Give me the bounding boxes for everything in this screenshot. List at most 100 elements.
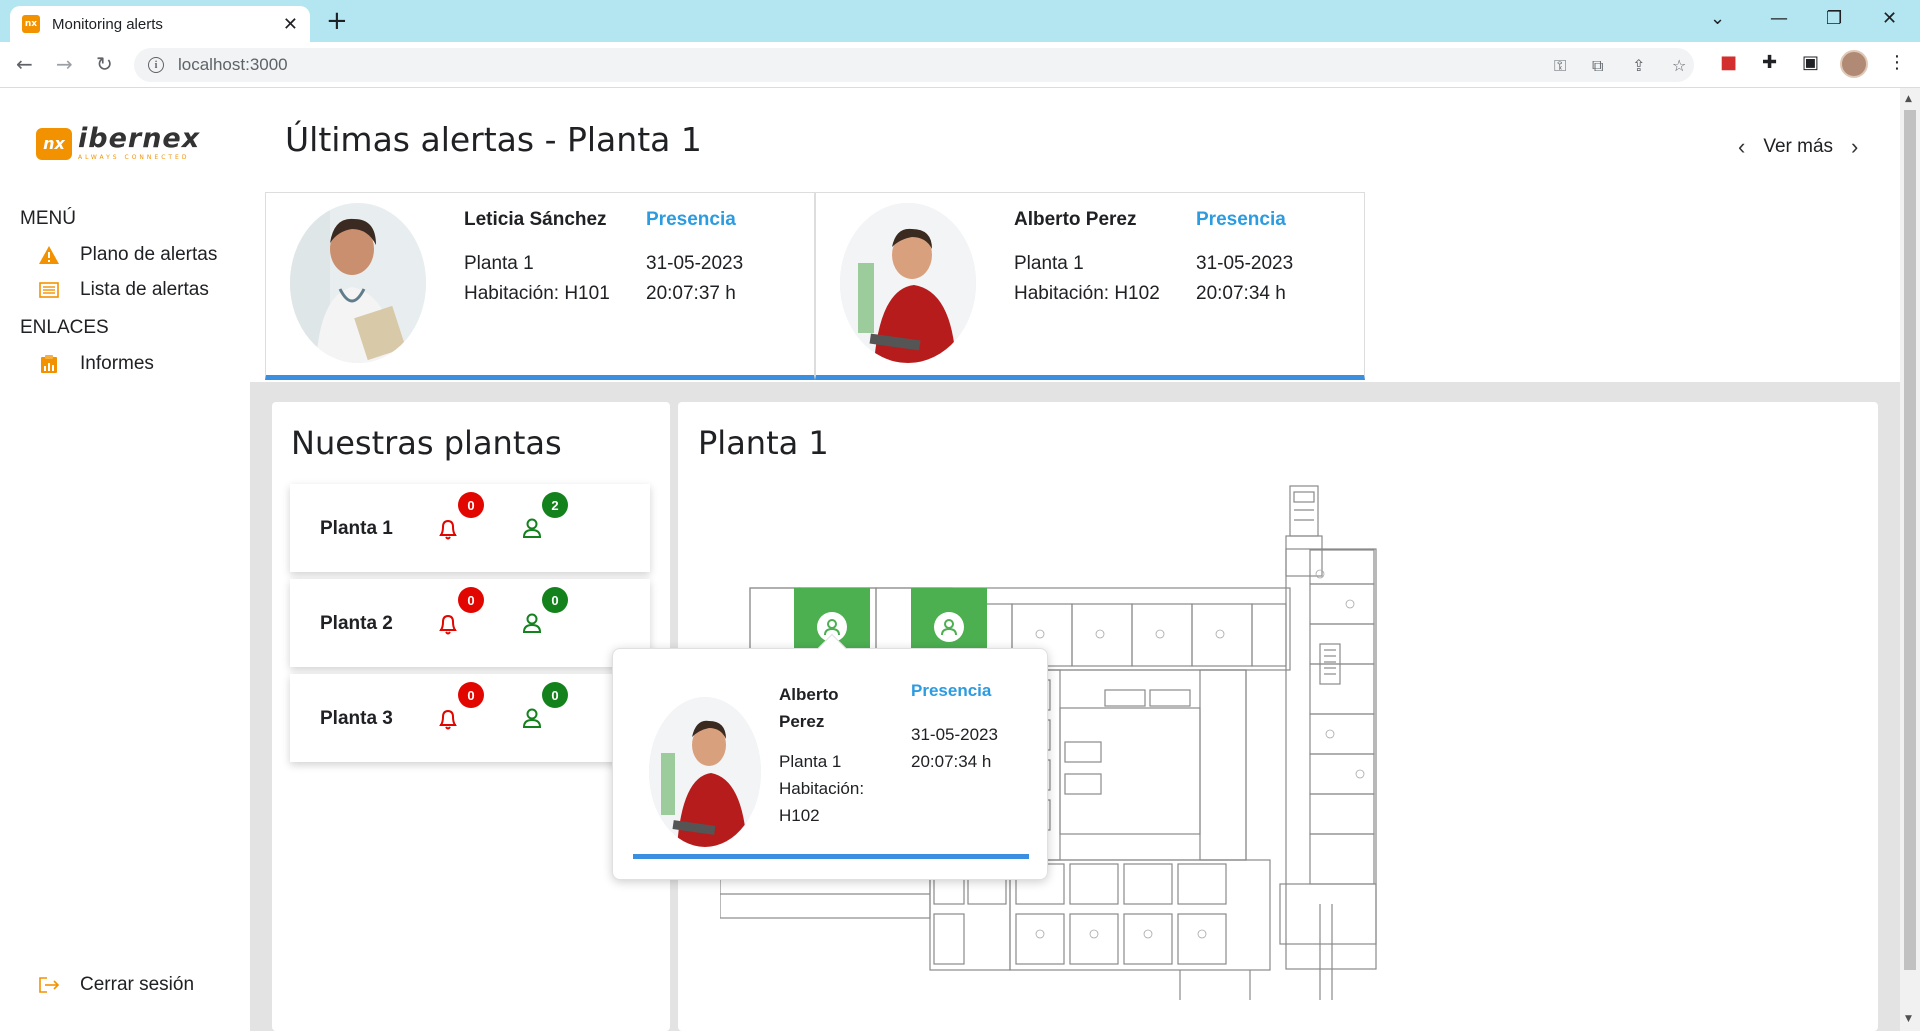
links-heading: ENLACES (20, 317, 109, 338)
tab-search-icon[interactable]: ⌄ (1710, 8, 1725, 29)
alert-date: 31-05-2023 (1196, 253, 1294, 274)
alert-person-name: Leticia Sánchez (464, 209, 607, 230)
alert-time: 20:07:34 h (1196, 283, 1286, 304)
sidebar-item-plano-alertas[interactable]: Plano de alertas (38, 244, 217, 266)
alert-type: Presencia (1196, 209, 1286, 230)
forward-icon[interactable]: → (56, 52, 73, 76)
person-icon (934, 612, 964, 642)
report-icon (38, 354, 60, 374)
sidebar: nx ibernex ALWAYS CONNECTED MENÚ Plano d… (0, 88, 250, 1031)
popup-floor: Planta 1 (779, 752, 842, 771)
popup-date: 31-05-2023 (911, 725, 998, 744)
chevron-left-icon[interactable]: ‹ (1720, 134, 1763, 160)
logout-icon (38, 975, 60, 995)
floor-row-planta-2[interactable]: Planta 2 0 0 (290, 579, 650, 667)
ibernex-logo[interactable]: nx ibernex ALWAYS CONNECTED (36, 123, 201, 161)
minimize-icon[interactable]: — (1770, 8, 1788, 29)
site-info-icon[interactable]: i (148, 57, 164, 73)
user-icon (520, 516, 544, 544)
user-icon (520, 706, 544, 734)
browser-toolbar: ← → ↻ i localhost:3000 ⚿ ⧉ ⇪ ☆ ■ ✚ ▣ ⋮ (0, 42, 1920, 88)
reload-icon[interactable]: ↻ (96, 52, 113, 76)
bookmark-star-icon[interactable]: ☆ (1672, 56, 1686, 75)
floor-row-planta-1[interactable]: Planta 1 0 2 (290, 484, 650, 572)
plants-panel-title: Nuestras plantas (291, 424, 562, 462)
logout-label: Cerrar sesión (80, 974, 195, 995)
alert-popup: Alberto Perez Presencia 31-05-2023 20:07… (612, 648, 1048, 880)
side-panel-icon[interactable]: ▣ (1802, 52, 1819, 73)
browser-tabbar: nx Monitoring alerts ✕ + ⌄ — ❐ ✕ (0, 0, 1920, 42)
extension-red-icon[interactable]: ■ (1720, 52, 1737, 73)
alert-person-name: Alberto Perez (1014, 209, 1137, 230)
bell-icon (435, 516, 461, 546)
popup-room-label: Habitación: (779, 779, 865, 798)
more-menu-icon[interactable]: ⋮ (1888, 52, 1906, 73)
alert-card[interactable]: Alberto Perez Presencia Planta 1 Habitac… (815, 192, 1365, 380)
popup-card[interactable]: Alberto Perez Presencia 31-05-2023 20:07… (633, 661, 1029, 859)
people-count-badge: 2 (542, 492, 568, 518)
key-icon[interactable]: ⚿ (1554, 56, 1566, 76)
floor-plan-title: Planta 1 (698, 424, 829, 462)
people-count-badge: 0 (542, 587, 568, 613)
sidebar-item-label: Lista de alertas (80, 279, 209, 300)
person-photo (649, 697, 761, 847)
tab-title: Monitoring alerts (52, 15, 163, 33)
ver-mas-link[interactable]: Ver más (1763, 136, 1833, 158)
person-photo (840, 203, 976, 363)
warning-icon (38, 245, 60, 265)
scroll-up-icon[interactable]: ▲ (1905, 94, 1912, 104)
favicon-icon: nx (22, 15, 40, 33)
floor-name: Planta 2 (320, 613, 393, 634)
popup-alert-type: Presencia (911, 681, 992, 700)
new-tab-icon[interactable]: + (326, 6, 348, 36)
floor-name: Planta 3 (320, 708, 393, 729)
alerts-count-badge: 0 (458, 492, 484, 518)
sidebar-item-lista-alertas[interactable]: Lista de alertas (38, 279, 209, 301)
extensions-puzzle-icon[interactable]: ✚ (1762, 52, 1777, 73)
alerts-count-badge: 0 (458, 587, 484, 613)
alert-floor: Planta 1 (464, 253, 534, 274)
alerts-count-badge: 0 (458, 682, 484, 708)
popup-room: H102 (779, 806, 820, 825)
scroll-thumb[interactable] (1904, 110, 1916, 970)
sidebar-item-informes[interactable]: Informes (38, 353, 154, 375)
alert-floor: Planta 1 (1014, 253, 1084, 274)
logo-mark-icon: nx (36, 127, 72, 160)
popup-time: 20:07:34 h (911, 752, 992, 771)
person-photo (290, 203, 426, 363)
restore-icon[interactable]: ❐ (1826, 8, 1842, 29)
close-tab-icon[interactable]: ✕ (283, 14, 298, 35)
floor-name: Planta 1 (320, 518, 393, 539)
floor-row-planta-3[interactable]: Planta 3 0 0 (290, 674, 650, 762)
bell-icon (435, 706, 461, 736)
logo-subtitle: ALWAYS CONNECTED (78, 154, 190, 161)
profile-avatar[interactable] (1840, 50, 1868, 78)
people-count-badge: 0 (542, 682, 568, 708)
ver-mas-nav: ‹ Ver más › (1720, 134, 1876, 160)
popup-person-name: Alberto Perez (779, 685, 839, 731)
address-bar[interactable]: i localhost:3000 ⚿ ⧉ ⇪ ☆ (134, 48, 1694, 82)
sidebar-item-label: Informes (80, 353, 154, 374)
url-text: localhost:3000 (178, 55, 288, 74)
alert-date: 31-05-2023 (646, 253, 744, 274)
page-scrollbar[interactable]: ▲ ▼ (1900, 88, 1920, 1031)
alert-room: Habitación: H102 (1014, 283, 1160, 304)
list-icon (38, 280, 60, 300)
logout-button[interactable]: Cerrar sesión (38, 974, 194, 996)
sidebar-item-label: Plano de alertas (80, 244, 218, 265)
translate-icon[interactable]: ⧉ (1592, 56, 1603, 76)
share-icon[interactable]: ⇪ (1632, 56, 1645, 75)
alert-room: Habitación: H101 (464, 283, 610, 304)
alert-card[interactable]: Leticia Sánchez Presencia Planta 1 Habit… (265, 192, 815, 380)
browser-tab[interactable]: nx Monitoring alerts ✕ (10, 6, 310, 42)
bell-icon (435, 611, 461, 641)
scroll-down-icon[interactable]: ▼ (1905, 1014, 1912, 1024)
back-icon[interactable]: ← (16, 52, 33, 76)
page-title: Últimas alertas - Planta 1 (285, 120, 702, 159)
chevron-right-icon[interactable]: › (1833, 134, 1876, 160)
logo-text: ibernex (78, 123, 201, 154)
menu-heading: MENÚ (20, 208, 76, 229)
alert-time: 20:07:37 h (646, 283, 736, 304)
alert-type: Presencia (646, 209, 736, 230)
close-window-icon[interactable]: ✕ (1882, 8, 1897, 29)
